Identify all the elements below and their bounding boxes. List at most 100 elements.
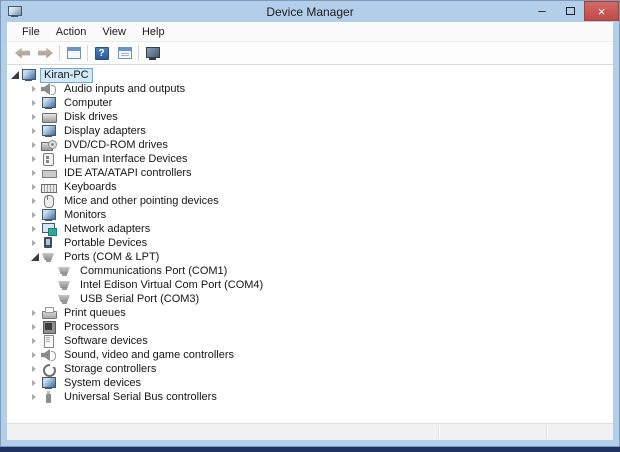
maximize-button[interactable]	[556, 1, 584, 20]
tree-item-label: Kiran-PC	[40, 67, 93, 83]
help-button[interactable]: ?	[90, 43, 113, 64]
system-icon	[41, 377, 57, 389]
tree-item-ide-ata-atapi-controllers[interactable]: IDE ATA/ATAPI controllers	[7, 166, 613, 180]
tree-item-network-adapters[interactable]: Network adapters	[7, 222, 613, 236]
tree-item-kiran-pc[interactable]: Kiran-PC	[7, 67, 613, 83]
tree-item-label: Disk drives	[64, 110, 118, 123]
hid-icon	[41, 153, 57, 166]
expand-icon[interactable]	[29, 139, 41, 151]
expand-icon[interactable]	[29, 321, 41, 333]
processor-icon	[41, 321, 57, 334]
back-button[interactable]	[11, 43, 34, 64]
software-icon	[41, 335, 57, 348]
menu-bar: File Action View Help	[7, 22, 613, 42]
expand-icon[interactable]	[29, 209, 41, 221]
tree-item-label: Computer	[64, 96, 113, 109]
tree-item-disk-drives[interactable]: Disk drives	[7, 110, 613, 124]
tree-item-ports-com-lpt[interactable]: Ports (COM & LPT)	[7, 250, 613, 264]
menu-item-help[interactable]: Help	[134, 22, 173, 41]
expand-icon[interactable]	[29, 153, 41, 165]
tree-item-label: Audio inputs and outputs	[64, 82, 186, 95]
tree-item-label: DVD/CD-ROM drives	[64, 138, 168, 151]
tree-item-computer[interactable]: Computer	[7, 96, 613, 110]
toolbar: ?	[7, 42, 613, 65]
menu-item-action[interactable]: Action	[48, 22, 95, 41]
menu-item-view[interactable]: View	[94, 22, 134, 41]
expand-icon[interactable]	[29, 307, 41, 319]
forward-button[interactable]	[34, 43, 57, 64]
toolbar-separator	[87, 45, 88, 61]
minimize-button[interactable]: –	[528, 1, 556, 20]
tree-item-system-devices[interactable]: System devices	[7, 376, 613, 390]
tree-item-human-interface-devices[interactable]: Human Interface Devices	[7, 152, 613, 166]
tree-item-label: Ports (COM & LPT)	[64, 250, 160, 263]
expand-icon[interactable]	[29, 181, 41, 193]
tree-item-label: Monitors	[64, 208, 107, 221]
tree-item-universal-serial-bus-controllers[interactable]: Universal Serial Bus controllers	[7, 390, 613, 404]
ide-icon	[41, 167, 57, 179]
tree-item-label: Software devices	[64, 334, 148, 347]
tree-item-audio-inputs-and-outputs[interactable]: Audio inputs and outputs	[7, 82, 613, 96]
expand-icon[interactable]	[29, 391, 41, 403]
tree-item-intel-edison-virtual-com-port-com4[interactable]: Intel Edison Virtual Com Port (COM4)	[7, 278, 613, 292]
maximize-icon	[565, 6, 575, 15]
expand-icon[interactable]	[29, 335, 41, 347]
expand-icon[interactable]	[29, 223, 41, 235]
mouse-icon	[41, 195, 57, 208]
tree-item-mice-and-other-pointing-devices[interactable]: Mice and other pointing devices	[7, 194, 613, 208]
status-pane-main	[7, 424, 438, 440]
tree-item-processors[interactable]: Processors	[7, 320, 613, 334]
tree-item-label: Intel Edison Virtual Com Port (COM4)	[80, 278, 264, 291]
title-bar: Device Manager – ×	[1, 1, 619, 22]
tree-item-label: Universal Serial Bus controllers	[64, 390, 217, 403]
computer-icon	[21, 69, 37, 81]
usb-icon	[41, 391, 57, 403]
tree-item-keyboards[interactable]: Keyboards	[7, 180, 613, 194]
tree-item-label: Print queues	[64, 306, 126, 319]
expand-icon[interactable]	[29, 83, 41, 95]
expand-icon[interactable]	[29, 167, 41, 179]
expand-icon[interactable]	[29, 237, 41, 249]
sound-icon	[41, 349, 57, 361]
console-tree-icon	[66, 47, 81, 59]
disk-icon	[41, 111, 57, 123]
tree-item-label: System devices	[64, 376, 142, 389]
expand-icon[interactable]	[29, 363, 41, 375]
tree-item-dvd-cd-rom-drives[interactable]: DVD/CD-ROM drives	[7, 138, 613, 152]
expand-icon[interactable]	[29, 377, 41, 389]
printer-icon	[41, 307, 57, 319]
expand-icon[interactable]	[29, 125, 41, 137]
expand-icon[interactable]	[29, 111, 41, 123]
expand-icon[interactable]	[29, 349, 41, 361]
expand-icon[interactable]	[29, 97, 41, 109]
close-button[interactable]: ×	[584, 1, 619, 21]
toolbar-separator	[138, 45, 139, 61]
collapse-icon[interactable]	[9, 69, 21, 81]
tree-item-usb-serial-port-com3[interactable]: USB Serial Port (COM3)	[7, 292, 613, 306]
tree-item-monitors[interactable]: Monitors	[7, 208, 613, 222]
desktop: { "window": { "title": "Device Manager",…	[0, 0, 620, 452]
menu-item-file[interactable]: File	[14, 22, 48, 41]
window-content: File Action View Help ? Kiran-PC Audio input…	[7, 22, 613, 440]
scan-button[interactable]	[141, 43, 164, 64]
tree-item-software-devices[interactable]: Software devices	[7, 334, 613, 348]
tree-item-sound-video-and-game-controllers[interactable]: Sound, video and game controllers	[7, 348, 613, 362]
tree-item-label: Processors	[64, 320, 120, 333]
storage-icon	[41, 363, 57, 377]
collapse-icon[interactable]	[29, 251, 41, 263]
tree-item-print-queues[interactable]: Print queues	[7, 306, 613, 320]
network-icon	[41, 223, 57, 236]
cd-drive-icon	[41, 139, 57, 151]
tree-item-communications-port-com1[interactable]: Communications Port (COM1)	[7, 264, 613, 278]
tree-item-storage-controllers[interactable]: Storage controllers	[7, 362, 613, 377]
tree-item-label: Portable Devices	[64, 236, 148, 249]
tree-item-portable-devices[interactable]: Portable Devices	[7, 236, 613, 250]
tree-item-label: Display adapters	[64, 124, 146, 137]
properties-button[interactable]	[113, 43, 136, 64]
tree-item-display-adapters[interactable]: Display adapters	[7, 124, 613, 138]
computer-icon	[41, 97, 57, 109]
tree-item-label: Human Interface Devices	[64, 152, 188, 165]
expand-icon[interactable]	[29, 195, 41, 207]
properties-icon	[117, 47, 132, 59]
console-tree-button[interactable]	[62, 43, 85, 64]
